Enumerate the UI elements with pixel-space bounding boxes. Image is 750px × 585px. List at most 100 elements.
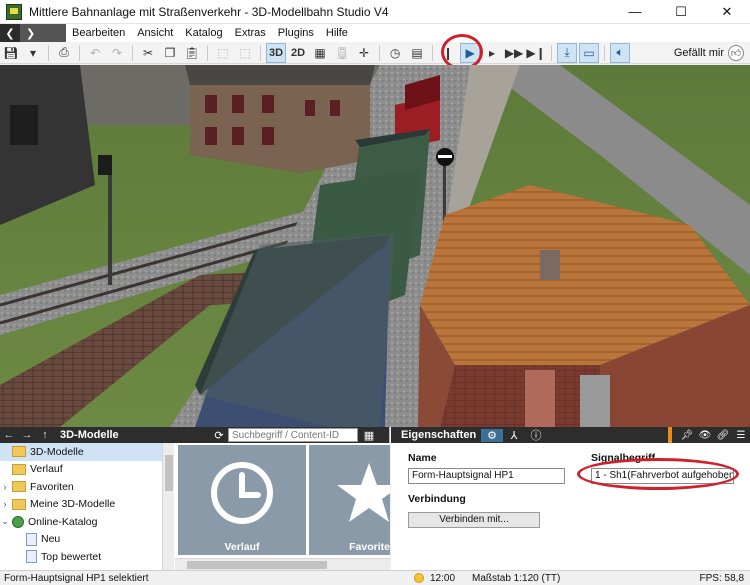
skip-end-icon[interactable]: ▶❙	[526, 43, 546, 63]
folder-icon	[12, 481, 26, 493]
3d-viewport[interactable]	[0, 65, 750, 427]
grid-view-icon[interactable]: ▦	[310, 43, 330, 63]
tree-scrollbar[interactable]	[162, 443, 174, 570]
scrollbar-thumb[interactable]	[187, 561, 327, 569]
save-icon[interactable]: 💾︎	[1, 43, 21, 63]
status-scale: Maßstab 1:120 (TT)	[472, 572, 561, 584]
scrollbar-thumb[interactable]	[165, 455, 173, 491]
forward-arrow-icon[interactable]: ❯	[20, 24, 66, 42]
maximize-button[interactable]: ☐	[658, 0, 704, 24]
toolbar-divider	[551, 44, 553, 61]
toolbar-divider	[260, 44, 261, 61]
back-arrow-icon[interactable]: ❮	[0, 24, 20, 42]
models-panel-header: ← → ↑ 3D-Modelle ⟳ Suchbegriff / Content…	[0, 427, 389, 443]
tile-label: Favorite	[349, 541, 390, 553]
redo-icon[interactable]: ↷	[107, 43, 127, 63]
back-arrow-icon[interactable]: ←	[0, 429, 18, 441]
tree-item-meine-3d-modelle[interactable]: › Meine 3D-Modelle	[0, 496, 162, 514]
pin-icon[interactable]: 📌︎	[678, 430, 696, 441]
ungroup-icon[interactable]: ⬚	[235, 43, 255, 63]
menu-extras[interactable]: Extras	[229, 24, 272, 42]
search-input[interactable]: Suchbegriff / Content-ID	[228, 428, 358, 442]
link-icon[interactable]: 🔗︎	[714, 430, 732, 441]
layers-icon[interactable]: ▤	[407, 43, 427, 63]
crosshair-icon[interactable]: ✛	[354, 43, 374, 63]
folder-icon	[12, 463, 26, 475]
gear-icon[interactable]: ⚙	[481, 428, 503, 442]
tree-item-verlauf[interactable]: Verlauf	[0, 461, 162, 479]
eye-icon[interactable]: 👁︎	[696, 430, 714, 441]
toolbar: 💾︎ ▾ ⎙ ↶ ↷ ✂ ❐ 📋︎ ⬚ ⬚ 3D 2D ▦ 🚆︎ ✛ ◷ ▤ ❙…	[0, 42, 750, 64]
forward-arrow-icon[interactable]: →	[18, 429, 36, 441]
chevron-right-icon[interactable]: ›	[0, 482, 10, 492]
name-field[interactable]: Form-Hauptsignal HP1	[408, 468, 565, 484]
folder-icon	[12, 498, 26, 510]
like-icon[interactable]: 👍︎	[728, 44, 744, 61]
toolbar-divider	[48, 44, 49, 61]
menu-hilfe[interactable]: Hilfe	[320, 24, 354, 42]
tile-verlauf[interactable]: Verlauf	[178, 445, 306, 555]
track-icon[interactable]: ▭	[579, 42, 600, 63]
orange-marker	[668, 427, 672, 443]
dropdown-icon[interactable]: ▾	[23, 43, 43, 63]
fast-forward-icon[interactable]: ▶▶	[504, 43, 524, 63]
menu-bearbeiten[interactable]: Bearbeiten	[66, 24, 131, 42]
print-icon[interactable]: ⎙	[54, 43, 74, 63]
clock-icon[interactable]: ◷	[385, 43, 405, 63]
menu-ansicht[interactable]: Ansicht	[131, 24, 179, 42]
cut-icon[interactable]: ✂	[138, 43, 158, 63]
properties-panel: Eigenschaften ⚙ ⅄ ⓘ 📌︎ 👁︎ 🔗︎ ☰ Name Form…	[391, 427, 750, 570]
tile-label: Verlauf	[224, 541, 260, 553]
properties-header: Eigenschaften ⚙ ⅄ ⓘ 📌︎ 👁︎ 🔗︎ ☰	[391, 427, 750, 443]
chevron-right-icon[interactable]: ›	[0, 499, 10, 509]
window-title: Mittlere Bahnanlage mit Straßenverkehr -…	[29, 4, 389, 19]
status-fps: FPS: 58,8	[699, 572, 744, 584]
sound-icon[interactable]: 🔈︎	[610, 42, 631, 63]
grid-view-icon[interactable]: ▦	[360, 429, 378, 442]
tree-item-neu[interactable]: Neu	[0, 531, 162, 549]
clock-icon	[211, 462, 273, 524]
model-tiles: Verlauf Favorite	[175, 443, 401, 570]
tree-item-label: Verlauf	[30, 463, 63, 476]
train-view-icon[interactable]: 🚆︎	[332, 43, 352, 63]
status-bar: Form-Hauptsignal HP1 selektiert 12:00 Ma…	[0, 570, 750, 585]
globe-icon	[12, 515, 24, 528]
view-3d-button[interactable]: 3D	[266, 42, 287, 63]
chevron-down-icon[interactable]: ⌄	[0, 516, 10, 527]
refresh-icon[interactable]: ⟳	[210, 429, 228, 442]
download-icon[interactable]: ⤓	[557, 42, 578, 63]
tree-item-label: Neu	[41, 533, 61, 546]
tile-favoriten[interactable]: Favorite	[309, 445, 401, 555]
pause-icon[interactable]: ❙	[438, 43, 458, 63]
menu-katalog[interactable]: Katalog	[179, 24, 228, 42]
close-button[interactable]: ✕	[704, 0, 750, 24]
toolbar-divider	[132, 44, 133, 61]
connect-button[interactable]: Verbinden mit...	[408, 512, 540, 528]
like-label[interactable]: Gefällt mir	[674, 47, 724, 59]
folder-icon	[12, 446, 26, 458]
toolbar-divider	[207, 44, 208, 61]
tree-item-online-katalog[interactable]: ⌄ Online-Katalog	[0, 513, 162, 531]
info-icon[interactable]: ⓘ	[525, 427, 547, 443]
tiles-scrollbar[interactable]	[175, 558, 390, 570]
tree-item-top-bewertet[interactable]: Top bewertet	[0, 548, 162, 566]
menu-icon[interactable]: ☰	[732, 430, 750, 441]
status-selection: Form-Hauptsignal HP1 selektiert	[4, 572, 149, 584]
step-icon[interactable]: ▸	[482, 43, 502, 63]
undo-icon[interactable]: ↶	[85, 43, 105, 63]
minimize-button[interactable]: —	[612, 0, 658, 24]
toolbar-divider	[379, 44, 381, 61]
network-icon[interactable]: ⅄	[503, 429, 525, 442]
signal-select[interactable]: 1 - Sh1(Fahrverbot aufgehoben ⌄	[591, 468, 734, 484]
copy-icon[interactable]: ❐	[160, 43, 180, 63]
tree-item-label: Top bewertet	[41, 550, 102, 563]
paste-icon[interactable]: 📋︎	[182, 43, 202, 63]
play-icon[interactable]: ▶	[460, 42, 481, 63]
tree-item-label: Meine 3D-Modelle	[30, 498, 116, 511]
menu-plugins[interactable]: Plugins	[272, 24, 320, 42]
up-arrow-icon[interactable]: ↑	[36, 429, 54, 441]
view-2d-button[interactable]: 2D	[288, 43, 308, 63]
tree-item-3d-modelle[interactable]: 3D-Modelle	[0, 443, 162, 461]
group-icon[interactable]: ⬚	[213, 43, 233, 63]
tree-item-favoriten[interactable]: › Favoriten	[0, 478, 162, 496]
